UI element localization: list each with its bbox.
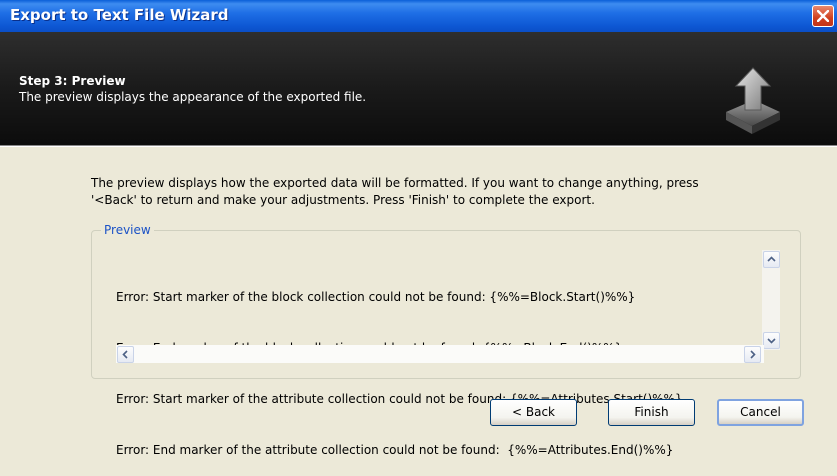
chevron-up-icon: [767, 256, 776, 262]
preview-content: Error: Start marker of the block collect…: [116, 255, 683, 476]
vertical-scrollbar[interactable]: [762, 250, 780, 350]
chevron-down-icon: [767, 338, 776, 344]
preview-line: Error: End marker of the attribute colle…: [116, 443, 674, 457]
step-description: The preview displays the appearance of t…: [19, 90, 367, 104]
close-button[interactable]: [812, 5, 834, 27]
finish-button[interactable]: Finish: [608, 399, 695, 426]
wizard-header: Step 3: Preview The preview displays the…: [0, 32, 837, 145]
scroll-down-button[interactable]: [763, 332, 780, 349]
intro-line-1: The preview displays how the exported da…: [91, 176, 699, 190]
back-button[interactable]: < Back: [490, 399, 577, 426]
horizontal-scrollbar[interactable]: [116, 345, 764, 363]
scroll-right-button[interactable]: [744, 346, 761, 363]
preview-group-label: Preview: [101, 223, 154, 237]
chevron-right-icon: [750, 350, 756, 359]
cancel-button[interactable]: Cancel: [717, 399, 804, 426]
export-arrow-tray-icon: [726, 67, 780, 134]
preview-line: Error: Start marker of the block collect…: [116, 290, 636, 304]
close-icon: [817, 10, 829, 22]
scroll-left-button[interactable]: [117, 346, 134, 363]
intro-line-2: '<Back' to return and make your adjustme…: [91, 193, 595, 207]
header-divider: [0, 145, 837, 147]
window-title: Export to Text File Wizard: [10, 6, 229, 24]
preview-line: Error: Start marker of the attribute col…: [116, 392, 683, 406]
chevron-left-icon: [122, 350, 128, 359]
scroll-up-button[interactable]: [763, 251, 780, 268]
title-bar: Export to Text File Wizard: [0, 0, 837, 32]
intro-text: The preview displays how the exported da…: [91, 175, 811, 209]
step-title: Step 3: Preview: [19, 74, 126, 88]
